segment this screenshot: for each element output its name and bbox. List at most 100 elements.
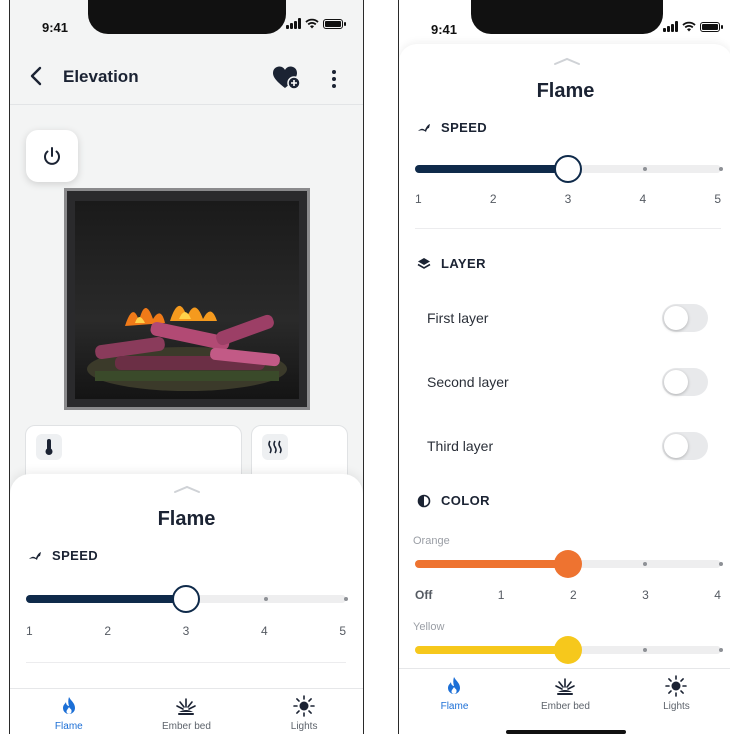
speed-label: SPEED — [441, 120, 488, 135]
slider-thumb[interactable] — [554, 550, 582, 578]
slider-step-dot — [344, 597, 348, 601]
tab-ember-bed[interactable]: Ember bed — [128, 689, 246, 732]
slider-fill — [26, 595, 186, 603]
tick-label: 3 — [642, 588, 649, 602]
status-time: 9:41 — [42, 20, 69, 35]
slider-fill — [415, 646, 568, 654]
tab-flame[interactable]: Flame — [10, 689, 128, 732]
tab-lights[interactable]: Lights — [621, 669, 730, 712]
sun-icon — [665, 675, 688, 697]
tab-lights[interactable]: Lights — [245, 689, 363, 732]
speed-section-label: SPEED — [28, 548, 98, 563]
flame-icon — [448, 677, 461, 694]
slider-thumb[interactable] — [554, 155, 582, 183]
phone-screen-flame: 9:41 Flame SPEED 1 2 3 4 5 LAYER First l… — [398, 0, 730, 734]
color-label: COLOR — [441, 493, 490, 508]
tick-label: 4 — [714, 588, 721, 602]
tab-ember-bed[interactable]: Ember bed — [510, 669, 621, 712]
slider-step-dot — [719, 648, 723, 652]
status-icons — [286, 18, 346, 29]
toggle-knob — [664, 434, 688, 458]
more-vertical-icon[interactable] — [330, 69, 338, 89]
sheet-title: Flame — [536, 80, 595, 102]
nav-header: Elevation — [10, 55, 363, 105]
tick-label: 2 — [569, 588, 577, 602]
flame-panel: Flame SPEED 1 2 3 4 5 LAYER First layer — [399, 44, 730, 734]
slider-thumb[interactable] — [554, 636, 582, 664]
toggle-knob — [664, 306, 688, 330]
wifi-icon — [305, 18, 319, 29]
tab-label: Ember bed — [541, 701, 590, 712]
first-layer-toggle[interactable] — [662, 304, 708, 332]
toggle-knob — [664, 370, 688, 394]
speed-slider[interactable] — [26, 583, 348, 613]
tick-label: 4 — [639, 192, 647, 206]
signal-icon — [286, 18, 301, 29]
slider-fill — [415, 560, 568, 568]
device-notch — [88, 0, 286, 34]
signal-icon — [663, 21, 678, 32]
phone-screen-elevation: 9:41 Elevation Flame SPEED 1 2 3 4 5 Fla… — [9, 0, 364, 734]
flame-logs-illustration — [87, 305, 287, 391]
speed-slider[interactable] — [415, 153, 723, 183]
device-notch — [471, 0, 663, 34]
tab-label: Lights — [290, 721, 318, 732]
tick-label: 1 — [415, 192, 422, 206]
third-layer-toggle[interactable] — [662, 432, 708, 460]
orange-label: Orange — [413, 535, 450, 547]
bottom-tab-bar: Flame Ember bed Lights — [10, 688, 363, 734]
slider-step-dot — [642, 648, 647, 652]
page-title: Elevation — [63, 67, 139, 86]
slider-thumb[interactable] — [172, 585, 200, 613]
tick-label: 2 — [104, 624, 112, 638]
second-layer-toggle[interactable] — [662, 368, 708, 396]
slider-step-dot — [719, 562, 723, 566]
add-favorite-icon[interactable] — [272, 65, 302, 91]
power-button[interactable] — [26, 130, 78, 182]
layer-section-label: LAYER — [417, 256, 486, 271]
tab-flame[interactable]: Flame — [399, 669, 510, 712]
tick-label: Off — [415, 588, 433, 602]
tick-label: 2 — [489, 192, 497, 206]
tick-label: 3 — [182, 624, 190, 638]
thermometer-icon — [36, 434, 62, 460]
tab-label: Lights — [663, 701, 690, 712]
ember-bed-icon — [555, 678, 576, 695]
color-section-label: COLOR — [417, 493, 490, 508]
sheet-handle-icon[interactable] — [173, 484, 201, 494]
speed-section-label: SPEED — [417, 120, 487, 135]
tick-label: 4 — [260, 624, 268, 638]
speed-label: SPEED — [52, 548, 99, 563]
flame-icon — [62, 697, 75, 714]
fireplace-firebox — [75, 201, 299, 399]
status-icons — [663, 21, 723, 32]
battery-icon — [323, 18, 346, 29]
section-divider — [26, 662, 346, 663]
home-indicator — [505, 730, 626, 734]
ember-bed-icon — [176, 698, 197, 715]
second-layer-label: Second layer — [427, 374, 509, 390]
second-layer-row: Second layer — [399, 368, 730, 398]
layer-label: LAYER — [441, 256, 486, 271]
speed-tick-labels: 1 2 3 4 5 — [415, 192, 721, 206]
first-layer-label: First layer — [427, 310, 489, 326]
wifi-icon — [682, 21, 696, 32]
speed-tick-labels: 1 2 3 4 5 — [26, 624, 346, 638]
slider-step-dot — [264, 597, 268, 601]
yellow-label: Yellow — [413, 621, 445, 633]
tick-label: 3 — [564, 192, 572, 206]
back-chevron-icon[interactable] — [28, 65, 46, 87]
heat-waves-icon — [262, 434, 288, 460]
layers-icon — [417, 257, 431, 269]
orange-tick-labels: Off 1 2 3 4 — [415, 588, 721, 602]
sun-icon — [293, 695, 315, 717]
wind-speed-icon — [29, 551, 41, 560]
status-time: 9:41 — [431, 22, 458, 37]
power-icon — [44, 147, 60, 165]
tab-label: Flame — [440, 701, 469, 712]
tab-label: Ember bed — [162, 721, 211, 732]
yellow-slider[interactable] — [415, 634, 723, 664]
orange-slider[interactable] — [415, 548, 723, 578]
sheet-handle-icon[interactable] — [553, 56, 581, 66]
third-layer-row: Third layer — [399, 432, 730, 462]
